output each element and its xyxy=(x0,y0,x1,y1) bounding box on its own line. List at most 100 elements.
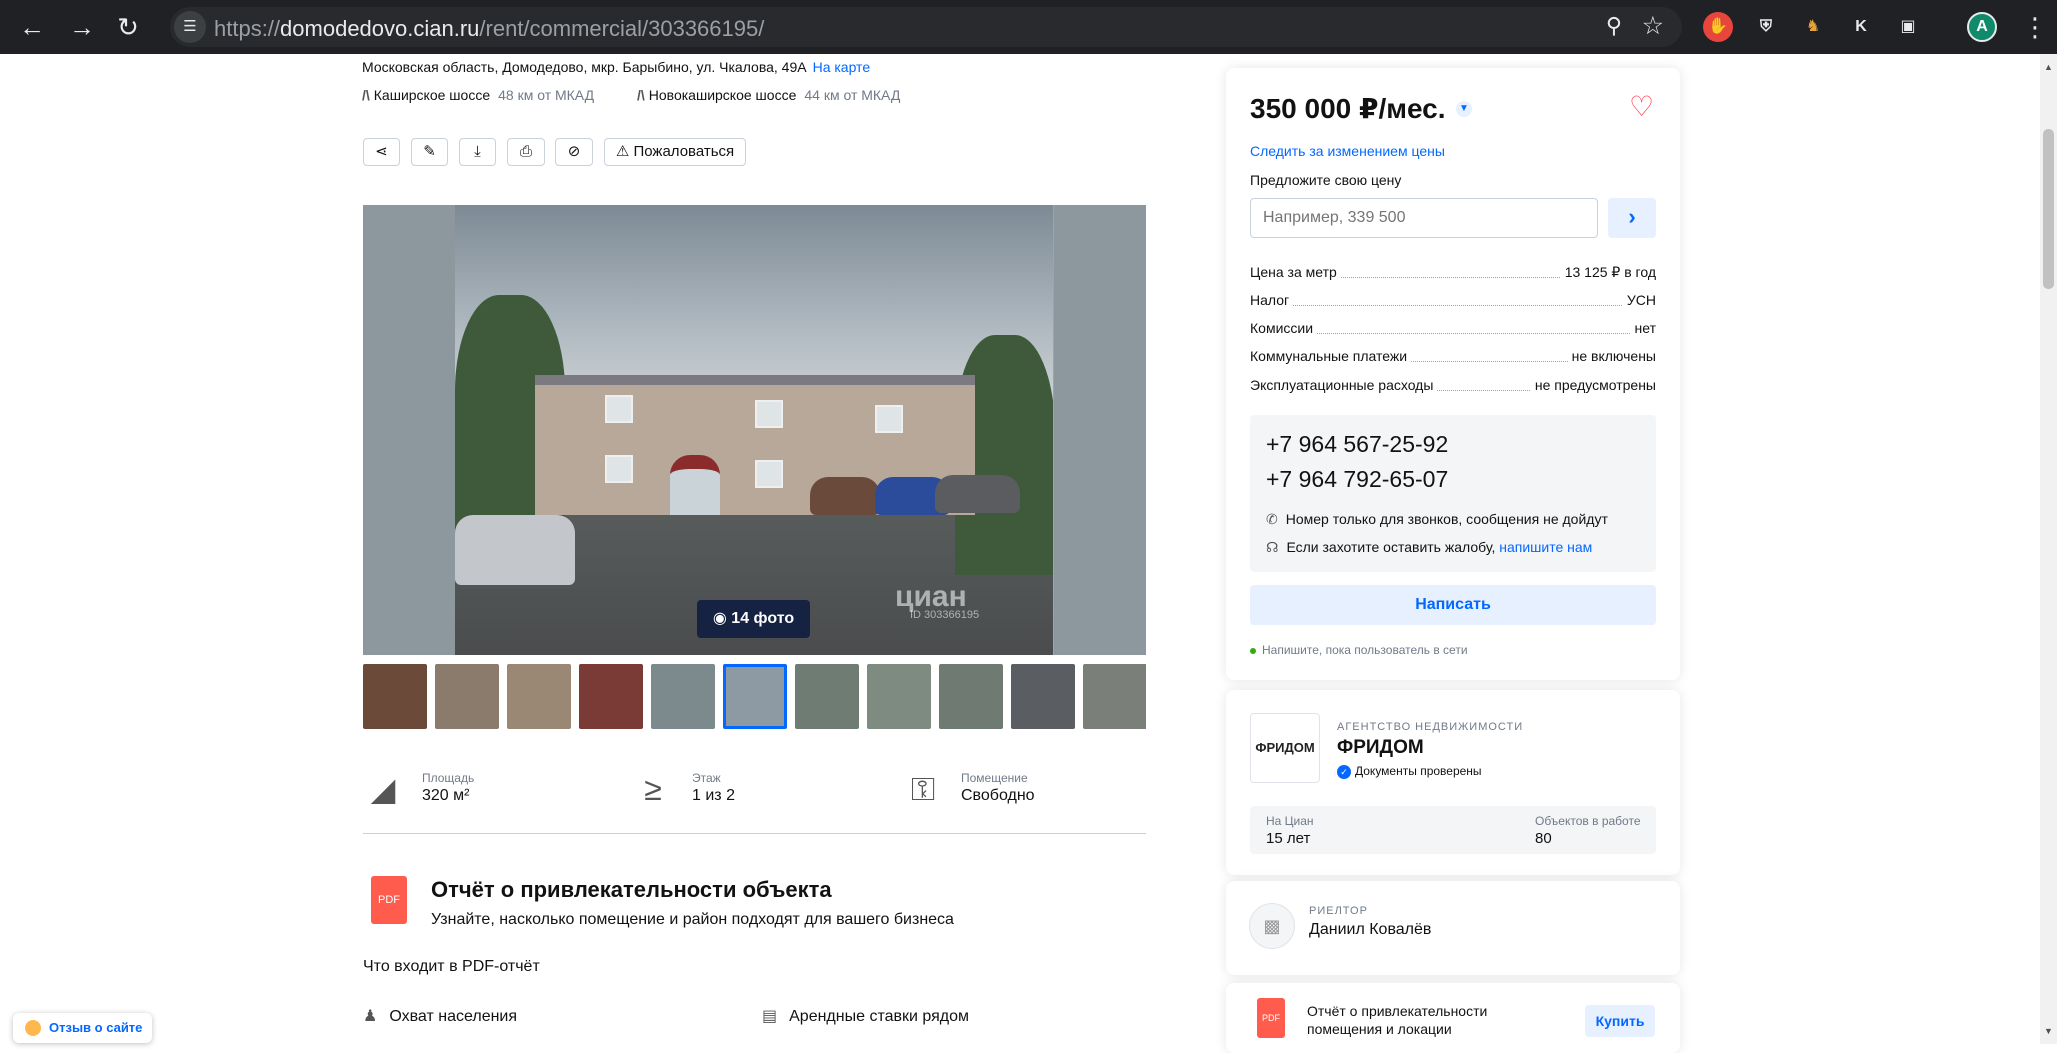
offer-submit-button[interactable]: › xyxy=(1608,198,1656,238)
offer-price-input[interactable] xyxy=(1250,198,1598,238)
extension-k-icon[interactable]: K xyxy=(1846,12,1876,42)
zoom-icon[interactable]: ⚲ xyxy=(1606,13,1622,39)
agency-type: АГЕНТСТВО НЕДВИЖИМОСТИ xyxy=(1337,721,1524,733)
thumbnail[interactable] xyxy=(795,664,859,729)
price-history-chevron-icon[interactable]: ▼ xyxy=(1456,101,1472,117)
photo-gallery[interactable]: циан ID 303366195 xyxy=(363,205,1146,655)
forward-icon[interactable]: → xyxy=(64,9,100,45)
price-detail-row: Цена за метр 13 125 ₽ в год xyxy=(1250,264,1656,282)
online-status-text: Напишите, пока пользователь в сети xyxy=(1262,643,1468,657)
track-price-link[interactable]: Следить за изменением цены xyxy=(1250,143,1445,159)
profile-avatar[interactable]: A xyxy=(1967,12,1997,42)
realtor-type: РИЕЛТОР xyxy=(1309,905,1368,917)
share-button[interactable]: ⋖ xyxy=(363,138,400,166)
detail-key: Налог xyxy=(1250,292,1294,308)
complain-label: Пожаловаться xyxy=(633,143,735,160)
extensions-puzzle-icon[interactable]: ▣ xyxy=(1893,12,1923,42)
thumbnail[interactable] xyxy=(1011,664,1075,729)
scroll-down-arrow-icon[interactable]: ▼ xyxy=(2040,1026,2057,1036)
map-link[interactable]: На карте xyxy=(813,59,871,75)
reload-icon[interactable]: ↻ xyxy=(110,9,146,45)
bookmark-star-icon[interactable]: ☆ xyxy=(1642,11,1664,41)
thumbnail[interactable] xyxy=(867,664,931,729)
extension-adblock-icon[interactable]: ✋ xyxy=(1703,12,1733,42)
photo-window xyxy=(605,395,633,423)
page-scrollbar[interactable]: ▲ ▼ xyxy=(2040,54,2057,1044)
report-item-label: Арендные ставки рядом xyxy=(789,1008,969,1025)
address-bar[interactable]: ☰ https://domodedovo.cian.ru/rent/commer… xyxy=(170,7,1682,47)
price-detail-row: Комиссии нет xyxy=(1250,320,1656,338)
report-item-label: Охват населения xyxy=(389,1008,518,1025)
site-settings-icon[interactable]: ☰ xyxy=(174,11,206,43)
highway-distance: 48 км от МКАД xyxy=(498,87,595,103)
online-dot-icon xyxy=(1250,647,1256,654)
buy-report-button[interactable]: Купить xyxy=(1585,1005,1655,1037)
road-icon: /\ xyxy=(637,87,645,103)
thumbnail[interactable] xyxy=(363,664,427,729)
highway-name: Новокаширское шоссе xyxy=(648,87,797,103)
stat-value: 80 xyxy=(1535,830,1552,847)
main-photo[interactable]: циан ID 303366195 xyxy=(455,205,1053,655)
thumbnail[interactable] xyxy=(507,664,571,729)
print-button[interactable]: ⎙ xyxy=(507,138,545,166)
photo-count-button[interactable]: ◉ 14 фото xyxy=(697,600,810,638)
hide-button[interactable]: ⊘ xyxy=(555,138,593,166)
report-title: Отчёт о привлекательности объекта xyxy=(431,877,832,902)
write-us-link[interactable]: напишите нам xyxy=(1499,539,1592,555)
feature-label: Площадь xyxy=(422,771,475,785)
dotted-leader xyxy=(1250,305,1656,306)
highway-item: /\ Каширское шоссе 48 км от МКАД xyxy=(362,87,594,103)
write-message-button[interactable]: Написать xyxy=(1250,585,1656,625)
extension-vpn-icon[interactable]: ♞ xyxy=(1798,12,1828,42)
population-icon: ♟ xyxy=(363,1008,378,1025)
realtor-name[interactable]: Даниил Ковалёв xyxy=(1309,921,1431,939)
agency-name[interactable]: ФРИДОМ xyxy=(1337,737,1424,759)
buy-report-text: Отчёт о привлекательности помещения и ло… xyxy=(1307,1003,1488,1037)
calls-only-note: ✆ Номер только для звонков, сообщения не … xyxy=(1266,511,1608,528)
detail-key: Комиссии xyxy=(1250,320,1318,336)
gallery-blur-right xyxy=(1054,205,1146,655)
complaint-text: Если захотите оставить жалобу, xyxy=(1286,539,1496,555)
extension-shield-icon[interactable]: ⛨ xyxy=(1751,12,1781,42)
thumbnail[interactable] xyxy=(435,664,499,729)
url-text[interactable]: https://domodedovo.cian.ru/rent/commerci… xyxy=(214,16,764,42)
calls-only-text: Номер только для звонков, сообщения не д… xyxy=(1285,511,1608,527)
photo-window xyxy=(875,405,903,433)
scroll-up-arrow-icon[interactable]: ▲ xyxy=(2040,62,2057,72)
edit-note-button[interactable]: ✎ xyxy=(411,138,448,166)
detail-key: Эксплуатационные расходы xyxy=(1250,377,1438,393)
thumbnail[interactable] xyxy=(579,664,643,729)
menu-kebab-icon[interactable]: ⋮ xyxy=(2017,9,2053,45)
report-item: ♟ Охват населения xyxy=(363,1006,517,1026)
verified-check-icon: ✓ xyxy=(1337,765,1351,779)
site-feedback-button[interactable]: Отзыв о сайте xyxy=(13,1013,152,1043)
photo-entrance xyxy=(670,455,720,515)
scrollbar-thumb[interactable] xyxy=(2043,129,2054,289)
photo-window xyxy=(755,400,783,428)
detail-value: УСН xyxy=(1622,292,1656,308)
listing-address: Московская область, Домодедово, мкр. Бар… xyxy=(362,59,870,75)
realtor-avatar[interactable]: ▩ xyxy=(1249,903,1295,949)
photo-thumbnails xyxy=(363,664,1146,729)
feature-label: Помещение xyxy=(961,771,1028,785)
back-icon[interactable]: ← xyxy=(14,9,50,45)
detail-value: нет xyxy=(1630,320,1656,336)
detail-value: не предусмотрены xyxy=(1530,377,1656,393)
thumbnail[interactable] xyxy=(651,664,715,729)
phone-number[interactable]: +7 964 567-25-92 xyxy=(1266,431,1448,458)
agency-logo[interactable]: ФРИДОМ xyxy=(1250,713,1320,783)
phone-number[interactable]: +7 964 792-65-07 xyxy=(1266,466,1448,493)
price-detail-row: Эксплуатационные расходы не предусмотрены xyxy=(1250,377,1656,395)
address-text: Московская область, Домодедово, мкр. Бар… xyxy=(362,59,807,75)
thumbnail-selected[interactable] xyxy=(723,664,787,729)
report-includes-heading: Что входит в PDF-отчёт xyxy=(363,958,540,975)
favorite-heart-icon[interactable]: ♡ xyxy=(1629,90,1654,123)
photo-count-label: 14 фото xyxy=(731,610,795,627)
thumbnail[interactable] xyxy=(1083,664,1146,729)
download-button[interactable]: ⤓ xyxy=(459,138,496,166)
photo-car xyxy=(935,475,1020,513)
price-detail-row: Коммунальные платежи не включены xyxy=(1250,348,1656,366)
highway-item: /\ Новокаширское шоссе 44 км от МКАД xyxy=(637,87,900,103)
complain-button[interactable]: ⚠ Пожаловаться xyxy=(604,138,746,166)
thumbnail[interactable] xyxy=(939,664,1003,729)
